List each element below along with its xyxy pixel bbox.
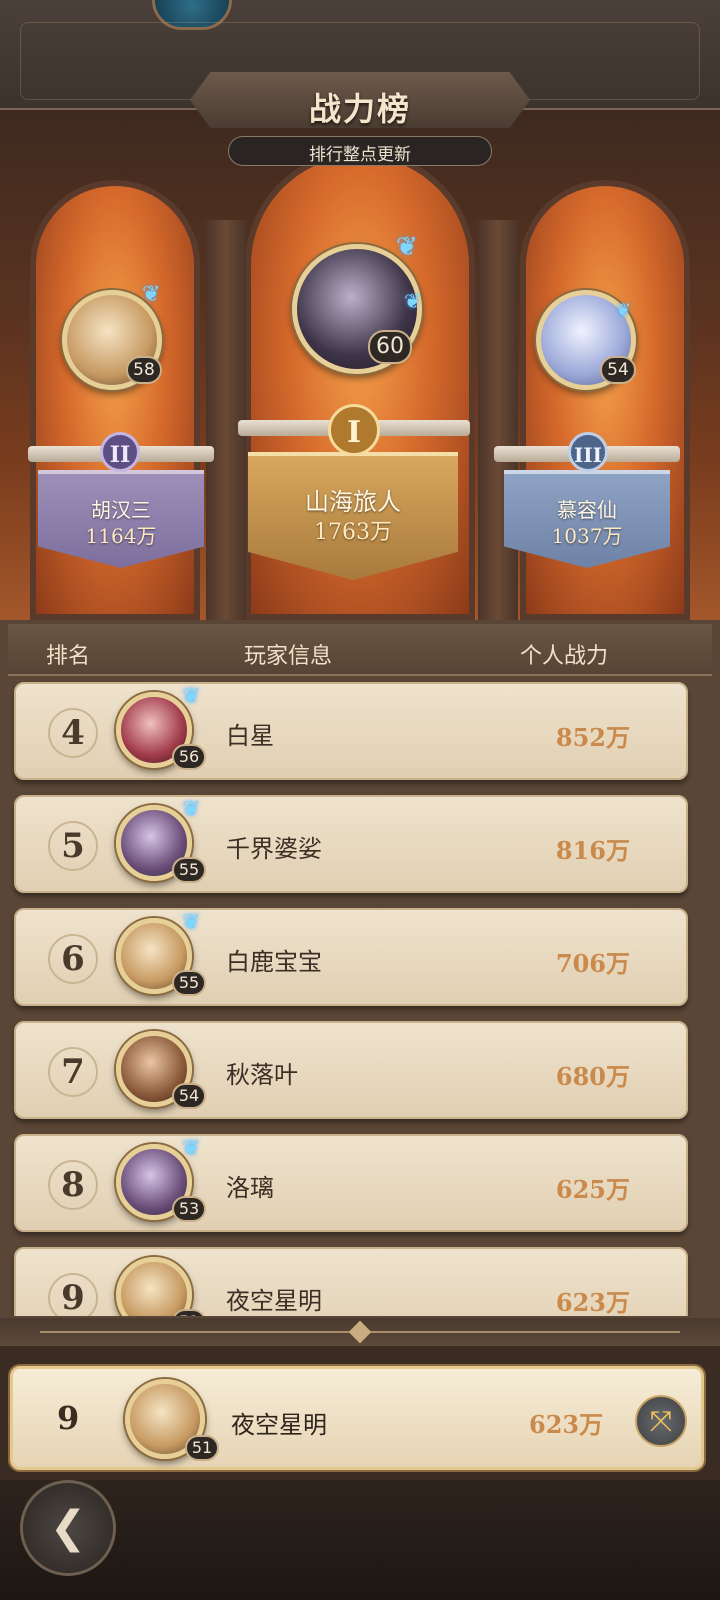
level-badge: 60 xyxy=(368,330,412,364)
my-player-name: 夜空星明 xyxy=(231,1411,327,1439)
butterfly-icon: ❦ xyxy=(182,910,201,935)
level-badge: 55 xyxy=(172,970,206,996)
list-item[interactable]: 8 ❦ 53 洛璃 625万 xyxy=(14,1134,688,1232)
my-rank-number: 9 xyxy=(57,1399,80,1437)
player-name: 白星 xyxy=(226,722,274,750)
butterfly-icon: ❦ xyxy=(182,1136,201,1161)
list-item[interactable]: 5 ❦ 55 千界婆娑 816万 xyxy=(14,795,688,893)
rank-number: 5 xyxy=(48,821,98,871)
list-item[interactable]: 4 ❦ 56 白星 852万 xyxy=(14,682,688,780)
butterfly-icon: ❦ xyxy=(182,797,201,822)
level-badge: 55 xyxy=(172,857,206,883)
player-name: 夜空星明 xyxy=(226,1287,322,1315)
player-name: 秋落叶 xyxy=(226,1061,298,1089)
back-icon[interactable]: ❮ xyxy=(20,1480,116,1576)
rank-number: 6 xyxy=(48,934,98,984)
level-badge: 53 xyxy=(172,1196,206,1222)
player-name: 洛璃 xyxy=(226,1174,274,1202)
podium-name-third: 慕容仙 xyxy=(557,498,617,522)
butterfly-icon: ❦ xyxy=(396,232,418,262)
column-header-rank: 排名 xyxy=(46,644,91,669)
column-header-player-info: 玩家信息 xyxy=(244,644,333,669)
rank-number: 9 xyxy=(48,1273,98,1316)
player-power: 816万 xyxy=(555,836,630,865)
column-header-power: 个人战力 xyxy=(520,644,609,669)
my-player-power: 623万 xyxy=(529,1410,604,1439)
page-title: 战力榜 xyxy=(308,90,411,128)
level-badge: 54 xyxy=(172,1083,206,1109)
rank-medal-third: III xyxy=(568,432,608,472)
ranking-list-scroll[interactable]: 4 ❦ 56 白星 852万 5 ❦ 55 千界婆娑 816万 6 ❦ 55 白… xyxy=(0,680,720,1316)
level-badge: 54 xyxy=(600,356,636,384)
list-item[interactable]: 9 51 夜空星明 623万 xyxy=(14,1247,688,1316)
share-icon[interactable]: ⤧ xyxy=(635,1395,687,1447)
avatar[interactable] xyxy=(116,1257,192,1316)
level-badge: 51 xyxy=(172,1309,206,1316)
rank-number: 7 xyxy=(48,1047,98,1097)
butterfly-icon: ❦ xyxy=(404,289,421,313)
player-power: 625万 xyxy=(555,1175,630,1204)
butterfly-icon: ❦ xyxy=(182,684,201,709)
player-power: 680万 xyxy=(555,1062,630,1091)
player-power: 706万 xyxy=(555,949,630,978)
rank-number: 4 xyxy=(48,708,98,758)
level-badge: 58 xyxy=(126,356,162,384)
butterfly-icon: ❦ xyxy=(616,300,632,321)
player-power: 852万 xyxy=(555,723,630,752)
butterfly-icon: ❦ xyxy=(142,282,161,307)
list-item[interactable]: 7 54 秋落叶 680万 xyxy=(14,1021,688,1119)
rank-medal-first: I xyxy=(328,404,380,456)
player-name: 白鹿宝宝 xyxy=(226,948,322,976)
list-item[interactable]: 6 ❦ 55 白鹿宝宝 706万 xyxy=(14,908,688,1006)
my-rank-row[interactable]: 9 51 夜空星明 623万 ⤧ xyxy=(10,1366,704,1470)
podium-name-first: 山海旅人 xyxy=(305,488,401,516)
pillar xyxy=(478,220,518,620)
podium-power-second: 1164万 xyxy=(85,524,157,548)
level-badge: 51 xyxy=(185,1435,219,1461)
rank-number: 8 xyxy=(48,1160,98,1210)
update-note: 排行整点更新 xyxy=(309,145,411,165)
player-name: 千界婆娑 xyxy=(226,835,322,863)
podium-power-third: 1037万 xyxy=(551,524,623,548)
podium-name-second: 胡汉三 xyxy=(91,498,151,522)
rank-medal-second: II xyxy=(100,432,140,472)
level-badge: 56 xyxy=(172,744,206,770)
podium-power-first: 1763万 xyxy=(314,520,392,545)
player-power: 623万 xyxy=(555,1288,630,1316)
